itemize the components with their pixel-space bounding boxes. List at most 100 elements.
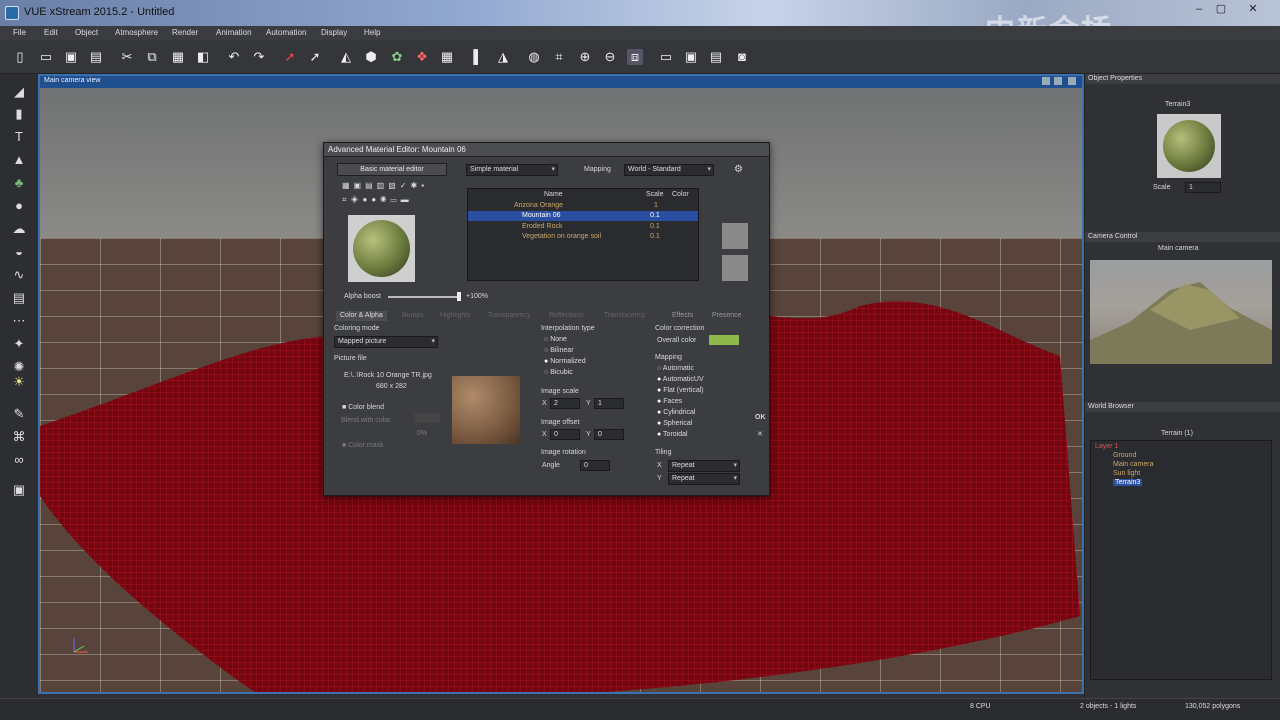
material-tools2-icon[interactable]: ⌗◈●●◉▭▬ — [342, 195, 413, 205]
map-cylindrical-radio[interactable]: Cylindrical — [657, 409, 695, 416]
fit-view-icon[interactable]: ⧈ — [627, 49, 643, 65]
maximize-button[interactable]: ▢ — [1210, 3, 1232, 17]
map-automaticuv-radio[interactable]: AutomaticUV — [657, 376, 704, 383]
tab-color-alpha[interactable]: Color & Alpha — [336, 311, 387, 321]
offset-x-input[interactable]: 0 — [550, 429, 580, 440]
interp-bilinear-radio[interactable]: Bilinear — [544, 347, 573, 354]
offset-y-input[interactable]: 0 — [594, 429, 624, 440]
blend-color-swatch[interactable] — [414, 413, 440, 423]
alpha-boost-handle[interactable] — [457, 292, 461, 301]
coloring-mode-select[interactable]: Mapped picture — [334, 336, 438, 348]
layer-icon[interactable]: ▤ — [11, 290, 27, 306]
open-folder-icon[interactable]: ▭ — [38, 49, 54, 65]
link-icon[interactable]: ∞ — [11, 452, 27, 468]
copy-icon[interactable]: ⧉ — [144, 49, 160, 65]
duplicate-icon[interactable]: ◧ — [195, 49, 211, 65]
menu-file[interactable]: File — [13, 26, 26, 37]
mirror-icon[interactable]: ◮ — [495, 49, 511, 65]
undo-icon[interactable]: ↶ — [226, 49, 242, 65]
color-swatch-1[interactable] — [722, 223, 748, 249]
tree-item-layer[interactable]: Layer 1 — [1095, 443, 1118, 450]
color-swatch-2[interactable] — [722, 255, 748, 281]
save-as-icon[interactable]: ▤ — [88, 49, 104, 65]
render-area-icon[interactable]: ▭ — [658, 49, 674, 65]
map-automatic-radio[interactable]: Automatic — [657, 365, 694, 372]
alpha-boost-slider[interactable] — [388, 296, 460, 298]
cut-icon[interactable]: ✂ — [119, 49, 135, 65]
zoom-in-icon[interactable]: ⊕ — [577, 49, 593, 65]
align-icon[interactable]: ▌ — [470, 49, 486, 65]
plant-icon[interactable]: ✿ — [389, 49, 405, 65]
render-icon[interactable]: ▣ — [683, 49, 699, 65]
layer-row[interactable]: Eroded Rock 0.1 — [468, 222, 698, 232]
select-icon[interactable]: ➚ — [282, 49, 298, 65]
cylinder-icon[interactable]: ▮ — [11, 106, 27, 122]
ecosystem-icon[interactable]: ❖ — [414, 49, 430, 65]
minimize-button[interactable]: – — [1188, 3, 1210, 17]
rock-icon[interactable]: ● — [11, 198, 27, 214]
settings-gear-icon[interactable]: ⚙ — [734, 164, 743, 175]
viewport-maximize-icon[interactable] — [1054, 77, 1062, 85]
tab-highlights[interactable]: Highlights — [436, 311, 475, 321]
terrain-icon[interactable]: ◭ — [338, 49, 354, 65]
tree-item-ground[interactable]: Ground — [1113, 452, 1136, 459]
menu-edit[interactable]: Edit — [44, 26, 58, 37]
text-icon[interactable]: T — [11, 129, 27, 145]
menu-animation[interactable]: Animation — [216, 26, 252, 37]
menu-render[interactable]: Render — [172, 26, 198, 37]
menu-object[interactable]: Object — [75, 26, 98, 37]
menu-help[interactable]: Help — [364, 26, 380, 37]
ok-button[interactable]: OK — [755, 414, 766, 421]
menu-atmosphere[interactable]: Atmosphere — [115, 26, 158, 37]
mountain-icon[interactable]: ▲ — [11, 152, 27, 168]
grid-icon[interactable]: ▦ — [439, 49, 455, 65]
material-tools-icon[interactable]: ▦▣▤▥▧✓✱▪ — [342, 181, 428, 190]
tiling-y-select[interactable]: Repeat — [668, 473, 740, 485]
path-icon[interactable]: ⋯ — [11, 313, 27, 329]
color-blend-checkbox[interactable]: ■ Color blend — [342, 404, 384, 411]
render-options-icon[interactable]: ▤ — [708, 49, 724, 65]
map-spherical-radio[interactable]: Spherical — [657, 420, 692, 427]
globe-icon[interactable]: ◍ — [526, 49, 542, 65]
object-icon[interactable]: ⬢ — [363, 49, 379, 65]
sun-icon[interactable]: ☀ — [11, 374, 27, 390]
layer-row[interactable]: Arizona Orange 1 — [468, 201, 698, 211]
tab-reflections[interactable]: Reflections — [545, 311, 588, 321]
camera-icon[interactable]: ◙ — [734, 49, 750, 65]
interp-normalized-radio[interactable]: Normalized — [544, 358, 585, 365]
tree-item-camera[interactable]: Main camera — [1113, 461, 1153, 468]
camera-preview[interactable] — [1090, 260, 1272, 364]
map-flat-radio[interactable]: Flat (vertical) — [657, 387, 703, 394]
tree-icon[interactable]: ♣ — [11, 175, 27, 191]
object-tool-icon[interactable]: ◢ — [11, 84, 27, 100]
water-icon[interactable]: ◒ — [11, 244, 27, 260]
select-objects-icon[interactable]: ➚ — [307, 49, 323, 65]
menu-display[interactable]: Display — [321, 26, 347, 37]
cloud-icon[interactable]: ☁ — [11, 221, 27, 237]
object-scale-input[interactable]: 1 — [1185, 182, 1221, 193]
interp-bicubic-radio[interactable]: Bicubic — [544, 369, 573, 376]
tab-transparency[interactable]: Transparency — [484, 311, 535, 321]
bolt-icon[interactable]: ✦ — [11, 336, 27, 352]
save-icon[interactable]: ▣ — [63, 49, 79, 65]
redo-icon[interactable]: ↷ — [251, 49, 267, 65]
paste-icon[interactable]: ▦ — [170, 49, 186, 65]
overall-color-swatch[interactable] — [709, 335, 739, 345]
cancel-icon[interactable]: ✕ — [757, 430, 763, 438]
group-icon[interactable]: ⌘ — [11, 429, 27, 445]
menu-automation[interactable]: Automation — [266, 26, 306, 37]
picture-thumbnail[interactable] — [452, 376, 520, 444]
tab-presence[interactable]: Presence — [708, 311, 746, 321]
interp-none-radio[interactable]: None — [544, 336, 567, 343]
scale-y-input[interactable]: 1 — [594, 398, 624, 409]
viewport-close-icon[interactable] — [1068, 77, 1076, 85]
scale-x-input[interactable]: 2 — [550, 398, 580, 409]
curve-icon[interactable]: ∿ — [11, 267, 27, 283]
angle-input[interactable]: 0 — [580, 460, 610, 471]
brush-icon[interactable]: ✎ — [11, 406, 27, 422]
tab-bumps[interactable]: Bumps — [398, 311, 428, 321]
zoom-out-icon[interactable]: ⊖ — [602, 49, 618, 65]
tiling-x-select[interactable]: Repeat — [668, 460, 740, 472]
new-file-icon[interactable]: ▯ — [12, 49, 28, 65]
light-icon[interactable]: ✺ — [11, 359, 27, 375]
